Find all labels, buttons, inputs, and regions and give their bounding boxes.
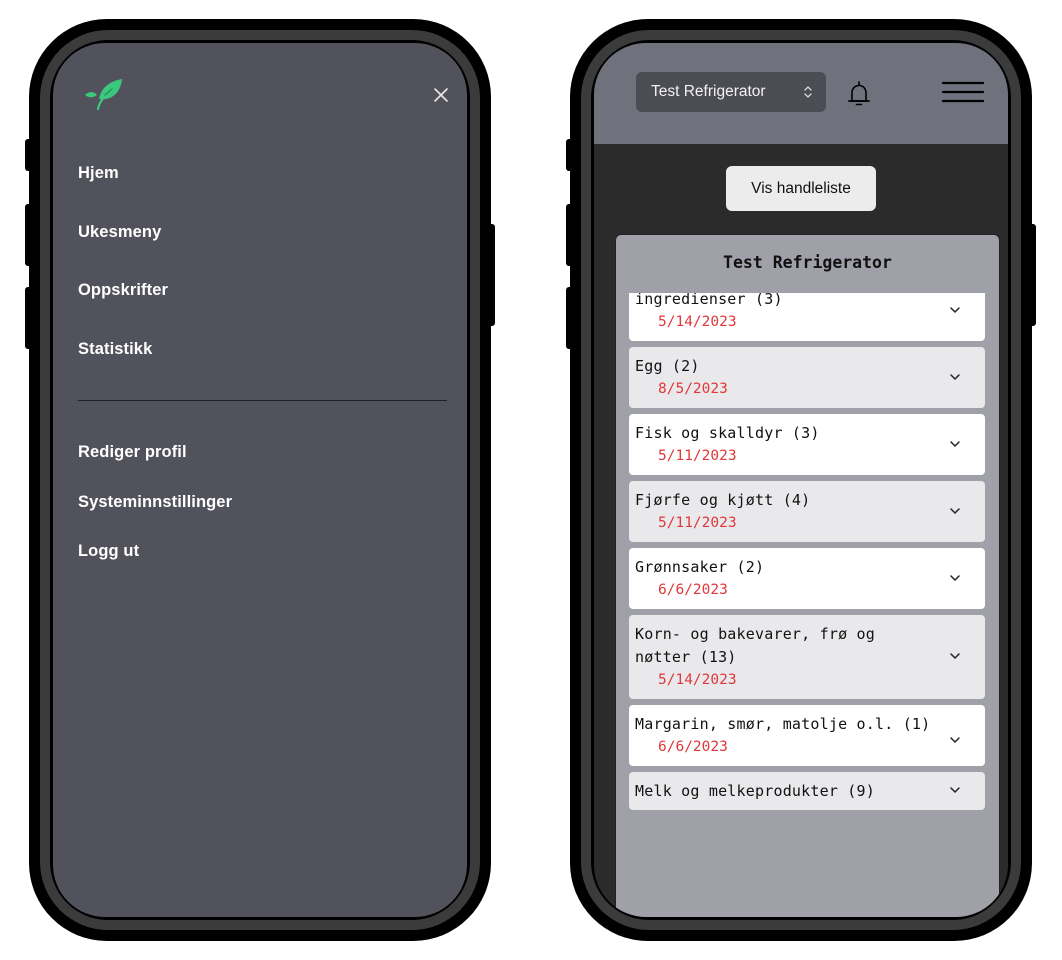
phone-frame-right: Test Refrigerator Vis handleliste Test R… bbox=[566, 19, 1036, 941]
fridge-select-value: Test Refrigerator bbox=[651, 83, 766, 100]
chevron-down-icon bbox=[950, 653, 960, 660]
category-date: 5/14/2023 bbox=[658, 314, 737, 330]
volume-down-button bbox=[566, 287, 574, 349]
chevron-down-icon bbox=[950, 373, 960, 380]
chevron-down-icon bbox=[950, 787, 960, 794]
hamburger-menu-icon[interactable] bbox=[942, 81, 984, 103]
volume-down-button bbox=[25, 287, 33, 349]
select-updown-icon bbox=[804, 86, 812, 98]
phone-frame-left: Hjem Ukesmeny Oppskrifter Statistikk Red… bbox=[25, 19, 495, 941]
category-name: ingredienser (3) bbox=[635, 293, 783, 308]
category-item[interactable]: Egg (2) 8/5/2023 bbox=[629, 347, 985, 408]
phone-screen-right: Test Refrigerator Vis handleliste Test R… bbox=[591, 40, 1011, 920]
side-button bbox=[25, 139, 33, 171]
category-item[interactable]: Korn- og bakevarer, frø og nøtter (13) 5… bbox=[629, 615, 985, 699]
power-button bbox=[1028, 224, 1036, 326]
category-item[interactable]: Margarin, smør, matolje o.l. (1) 6/6/202… bbox=[629, 705, 985, 766]
category-name: Korn- og bakevarer, frø og nøtter (13) bbox=[635, 625, 875, 666]
menu-item-oppskrifter[interactable]: Oppskrifter bbox=[78, 281, 168, 300]
category-name: Melk og melkeprodukter (9) bbox=[635, 782, 875, 800]
power-button bbox=[487, 224, 495, 326]
leaf-logo-icon bbox=[85, 79, 122, 111]
category-date: 5/11/2023 bbox=[658, 448, 737, 464]
chevron-down-icon bbox=[950, 574, 960, 581]
menu-item-hjem[interactable]: Hjem bbox=[78, 164, 119, 183]
category-name: Grønnsaker (2) bbox=[635, 558, 765, 576]
phone-screen-left: Hjem Ukesmeny Oppskrifter Statistikk Red… bbox=[50, 40, 470, 920]
category-date: 6/6/2023 bbox=[658, 739, 728, 755]
menu-item-systeminnstillinger[interactable]: Systeminnstillinger bbox=[78, 493, 232, 512]
category-item[interactable]: Fjørfe og kjøtt (4) 5/11/2023 bbox=[629, 481, 985, 542]
menu-item-rediger-profil[interactable]: Rediger profil bbox=[78, 443, 187, 462]
category-date: 8/5/2023 bbox=[658, 381, 728, 397]
menu-divider bbox=[78, 400, 447, 401]
category-list-viewport[interactable]: ingredienser (3) 5/14/2023 Egg (2) 8/5/2… bbox=[616, 293, 999, 917]
chevron-down-icon bbox=[950, 736, 960, 743]
category-item[interactable]: Melk og melkeprodukter (9) bbox=[629, 772, 985, 810]
category-list: ingredienser (3) 5/14/2023 Egg (2) 8/5/2… bbox=[629, 293, 985, 816]
chevron-down-icon bbox=[950, 440, 960, 447]
fridge-app: Test Refrigerator Vis handleliste Test R… bbox=[594, 43, 1008, 917]
category-name: Egg (2) bbox=[635, 357, 700, 375]
category-item[interactable]: Grønnsaker (2) 6/6/2023 bbox=[629, 548, 985, 609]
menu-item-logg-ut[interactable]: Logg ut bbox=[78, 542, 139, 561]
category-name: Margarin, smør, matolje o.l. (1) bbox=[635, 715, 931, 733]
panel-title: Test Refrigerator bbox=[723, 253, 892, 272]
chevron-down-icon bbox=[950, 306, 960, 313]
menu-item-statistikk[interactable]: Statistikk bbox=[78, 340, 152, 359]
category-item[interactable]: Fisk og skalldyr (3) 5/11/2023 bbox=[629, 414, 985, 475]
fridge-panel: Test Refrigerator ingredienser (3) 5/14/… bbox=[615, 234, 1000, 917]
category-item[interactable]: ingredienser (3) 5/14/2023 bbox=[629, 293, 985, 341]
menu-item-ukesmeny[interactable]: Ukesmeny bbox=[78, 223, 161, 242]
fridge-select[interactable]: Test Refrigerator bbox=[636, 72, 826, 112]
category-date: 5/11/2023 bbox=[658, 515, 737, 531]
chevron-down-icon bbox=[950, 507, 960, 514]
category-date: 5/14/2023 bbox=[658, 672, 737, 688]
side-menu: Hjem Ukesmeny Oppskrifter Statistikk Red… bbox=[53, 43, 467, 917]
category-name: Fjørfe og kjøtt (4) bbox=[635, 491, 811, 509]
top-bar: Test Refrigerator bbox=[594, 43, 1008, 144]
side-button bbox=[566, 139, 574, 171]
close-icon[interactable] bbox=[431, 85, 451, 105]
volume-up-button bbox=[566, 204, 574, 266]
bell-icon[interactable] bbox=[848, 79, 870, 109]
category-name: Fisk og skalldyr (3) bbox=[635, 424, 820, 442]
show-shopping-list-button[interactable]: Vis handleliste bbox=[726, 166, 876, 211]
volume-up-button bbox=[25, 204, 33, 266]
category-date: 6/6/2023 bbox=[658, 582, 728, 598]
